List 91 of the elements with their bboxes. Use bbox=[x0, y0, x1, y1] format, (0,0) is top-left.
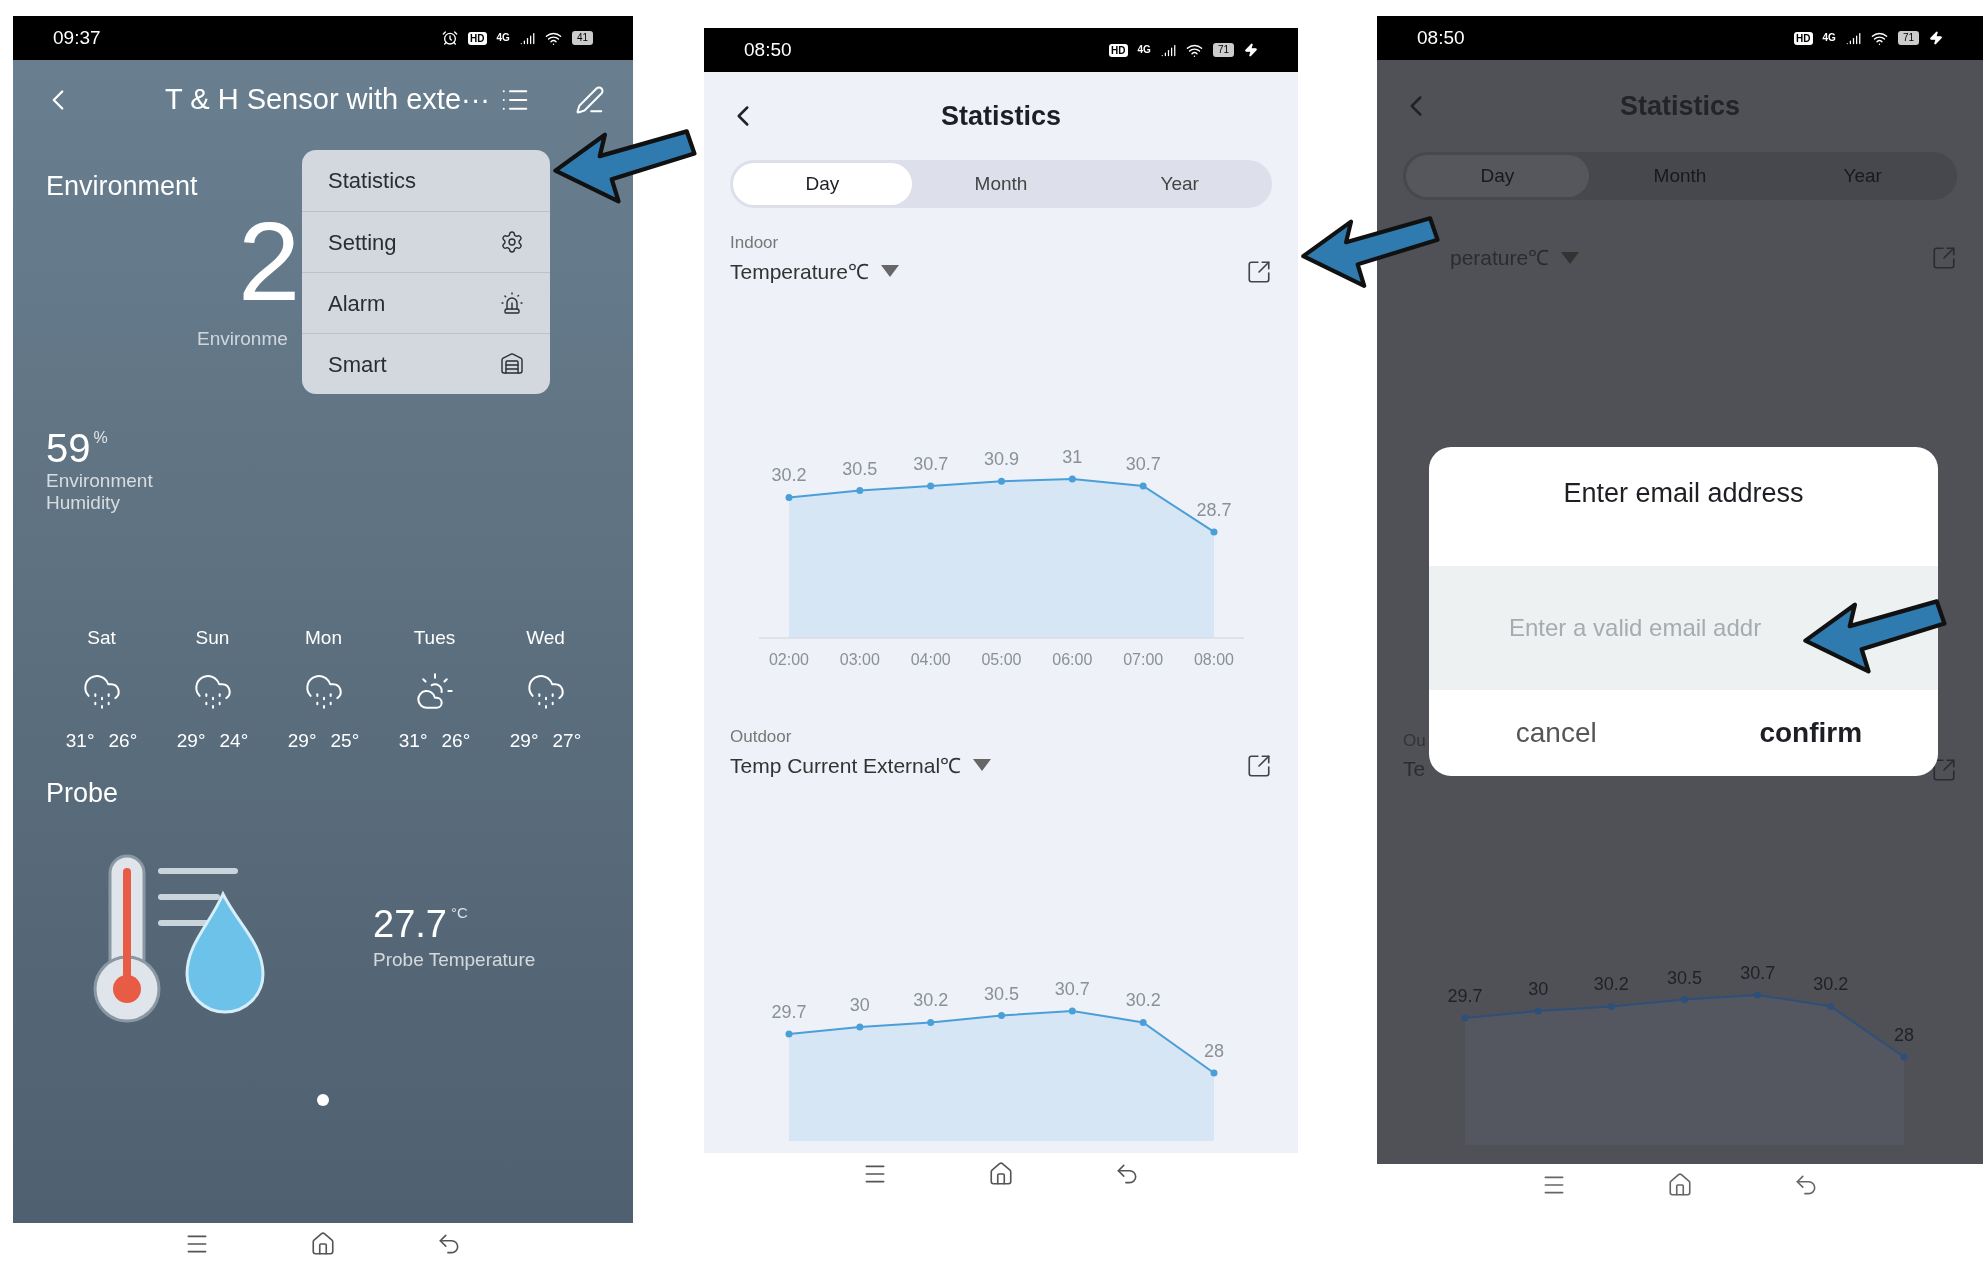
data-label: 30.9 bbox=[984, 449, 1019, 470]
signal-icon bbox=[519, 30, 535, 46]
battery-indicator: 71 bbox=[1212, 43, 1234, 57]
period-tab[interactable]: Day bbox=[733, 163, 912, 205]
data-label: 30.7 bbox=[1125, 453, 1161, 474]
data-label: 30.7 bbox=[913, 453, 949, 474]
menu-item[interactable]: Alarm bbox=[302, 272, 550, 333]
data-label: 30 bbox=[849, 995, 870, 1015]
period-tab[interactable]: Year bbox=[1090, 163, 1269, 205]
forecast-low: 26° bbox=[108, 728, 138, 753]
dialog-button[interactable]: cancel bbox=[1429, 689, 1684, 776]
humidity-unit: % bbox=[93, 428, 108, 448]
forecast-day: Sun bbox=[195, 624, 230, 653]
data-label: 30.5 bbox=[984, 983, 1019, 1004]
data-label: 30.2 bbox=[771, 465, 807, 486]
forecast-low: 27° bbox=[552, 728, 582, 753]
forecast-day: Wed bbox=[526, 624, 565, 653]
network-indicator: 4G bbox=[1822, 33, 1836, 43]
x-axis-label: 02:00 bbox=[769, 651, 809, 668]
section-heading: Environment bbox=[46, 170, 198, 203]
forecast-low: 24° bbox=[219, 728, 249, 753]
chart-section-label: Outdoor bbox=[730, 726, 793, 748]
x-axis-label: 07:00 bbox=[1123, 651, 1164, 668]
forecast-high: 29° bbox=[176, 728, 206, 753]
x-axis-label: 04:00 bbox=[910, 651, 951, 668]
period-tab[interactable]: Month bbox=[911, 163, 1091, 205]
export-icon[interactable] bbox=[1246, 259, 1272, 285]
metric-selector[interactable]: Temperature℃ bbox=[730, 255, 869, 287]
data-label: 28.7 bbox=[1196, 499, 1232, 520]
hd-indicator: HD bbox=[468, 31, 487, 45]
x-axis-label: 06:00 bbox=[1052, 651, 1093, 668]
data-label: 30.5 bbox=[842, 458, 878, 479]
hd-indicator: HD bbox=[1109, 43, 1128, 57]
x-axis-label: 05:00 bbox=[981, 651, 1022, 668]
menu-item[interactable]: Statistics bbox=[302, 150, 550, 211]
edit-icon[interactable] bbox=[575, 85, 605, 115]
data-label: 30.7 bbox=[1054, 978, 1090, 999]
forecast-high: 31° bbox=[65, 728, 95, 753]
data-label: 28 bbox=[1204, 1041, 1224, 1061]
menu-item[interactable]: Setting bbox=[302, 211, 550, 272]
forecast-low: 26° bbox=[441, 728, 471, 753]
forecast-day: Tues bbox=[413, 624, 456, 653]
forecast-high: 31° bbox=[398, 728, 428, 753]
export-icon[interactable] bbox=[1931, 756, 1957, 783]
forecast-day: Sat bbox=[87, 624, 116, 653]
forecast-high: 29° bbox=[509, 728, 539, 753]
temperature-value: 2 bbox=[238, 206, 301, 317]
forecast-low: 25° bbox=[330, 728, 360, 753]
probe-value: 27.7 bbox=[373, 902, 447, 947]
battery-indicator: 71 bbox=[1897, 31, 1919, 45]
probe-unit: °C bbox=[450, 903, 468, 924]
hd-indicator: HD bbox=[1794, 31, 1813, 45]
probe-label: Probe Temperature bbox=[373, 948, 536, 973]
chart-section-label: Indoor bbox=[730, 232, 780, 254]
section-heading: Probe bbox=[46, 777, 119, 810]
house-icon bbox=[500, 352, 524, 376]
forecast-high: 29° bbox=[287, 728, 317, 753]
siren-icon bbox=[500, 291, 524, 315]
humidity-label: Environment Humidity bbox=[45, 470, 154, 514]
home-icon[interactable] bbox=[310, 1231, 336, 1257]
network-indicator: 4G bbox=[1137, 45, 1151, 55]
signal-icon bbox=[1845, 30, 1861, 46]
network-indicator: 4G bbox=[496, 33, 510, 43]
dropdown-caret-icon[interactable] bbox=[880, 265, 899, 278]
x-axis-label: 08:00 bbox=[1194, 651, 1234, 668]
signal-icon bbox=[1160, 42, 1176, 58]
battery-indicator: 41 bbox=[571, 31, 593, 45]
data-label: 31 bbox=[1062, 447, 1083, 467]
email-input-field[interactable]: Enter a valid email addr bbox=[1429, 565, 1938, 690]
sun-cloud-icon bbox=[414, 670, 455, 711]
metric-selector[interactable]: Temp Current External℃ bbox=[730, 749, 962, 781]
dialog-button[interactable]: confirm bbox=[1683, 689, 1938, 776]
data-label: 29.7 bbox=[771, 1001, 807, 1022]
dialog-title: Enter email address bbox=[1562, 477, 1805, 510]
menu-item[interactable]: Smart bbox=[302, 333, 550, 394]
forecast-day: Mon bbox=[305, 624, 342, 653]
humidity-value: 59 bbox=[46, 426, 91, 470]
x-axis-label: 03:00 bbox=[839, 651, 880, 668]
home-icon[interactable] bbox=[1667, 1172, 1693, 1198]
status-time: 09:37 bbox=[53, 25, 101, 50]
dropdown-caret-icon[interactable] bbox=[973, 759, 992, 772]
settings-icon bbox=[500, 230, 524, 254]
data-label: 30.2 bbox=[1125, 990, 1161, 1011]
home-icon[interactable] bbox=[988, 1161, 1014, 1187]
export-icon[interactable] bbox=[1246, 753, 1272, 779]
temperature-label: Environme bbox=[197, 326, 288, 351]
device-title: T & H Sensor with exte··· bbox=[165, 82, 490, 118]
status-time: 08:50 bbox=[1417, 25, 1465, 50]
data-label: 30.2 bbox=[913, 990, 949, 1011]
screen-title: Statistics bbox=[940, 99, 1062, 133]
status-time: 08:50 bbox=[744, 37, 792, 62]
